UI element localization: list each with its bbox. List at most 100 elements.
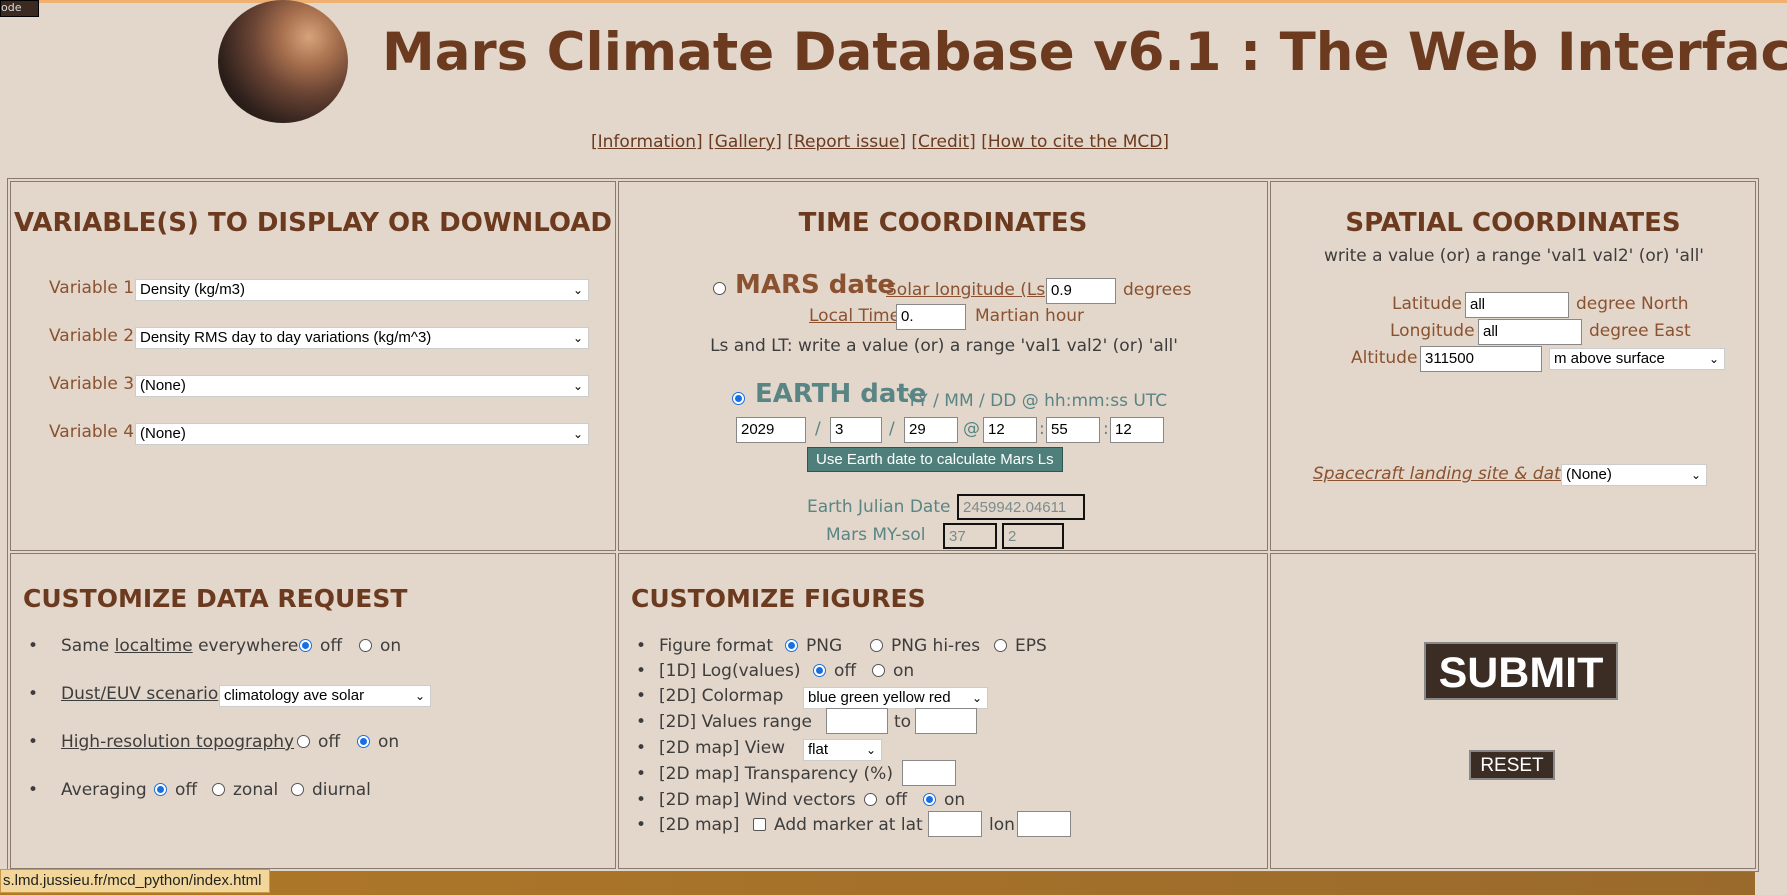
altitude-input[interactable]: 311500 [1420, 346, 1542, 372]
minute-input[interactable]: 55 [1046, 417, 1100, 443]
off-label: off [175, 780, 198, 800]
same-suffix: everywhere [198, 636, 299, 656]
link-how-to-cite[interactable]: How to cite the MCD [988, 132, 1163, 152]
hires-off-radio[interactable] [297, 735, 310, 748]
longitude-unit: degree East [1589, 321, 1691, 341]
marker-checkbox[interactable] [753, 818, 766, 831]
colormap-label: [2D] Colormap [659, 686, 784, 706]
latitude-input[interactable]: all [1465, 292, 1569, 318]
altitude-unit-select[interactable]: m above surface ⌄ [1549, 348, 1725, 370]
earth-date-radio[interactable] [732, 392, 745, 405]
local-time-input[interactable]: 0. [896, 304, 966, 330]
same-localtime-on-radio[interactable] [359, 639, 372, 652]
bullet: • [28, 636, 39, 656]
local-time-link[interactable]: Local Time [809, 306, 900, 326]
format-png-radio[interactable] [785, 639, 798, 652]
link-credit[interactable]: Credit [918, 132, 969, 152]
time-heading: TIME COORDINATES [798, 208, 1088, 238]
wind-vectors-label: [2D map] Wind vectors [659, 790, 856, 810]
same-localtime-off-radio[interactable] [299, 639, 312, 652]
solar-longitude-link[interactable]: Solar longitude (Ls) [886, 280, 1052, 300]
time-separator: : [1039, 419, 1045, 439]
link-information[interactable]: Information [598, 132, 696, 152]
wind-off-radio[interactable] [864, 793, 877, 806]
format-eps-radio[interactable] [994, 639, 1007, 652]
earth-date-format: YY / MM / DD @ hh:mm:ss UTC [907, 391, 1168, 411]
link-report-issue[interactable]: Report issue [794, 132, 899, 152]
longitude-input[interactable]: all [1478, 319, 1582, 345]
variable-4-select[interactable]: (None) ⌄ [135, 423, 589, 445]
localtime-link[interactable]: localtime [115, 636, 193, 656]
use-earth-date-button[interactable]: Use Earth date to calculate Mars Ls [807, 447, 1063, 472]
link-gallery[interactable]: Gallery [715, 132, 776, 152]
eps-label: EPS [1015, 636, 1047, 656]
chevron-down-icon: ⌄ [572, 283, 583, 297]
day-input[interactable]: 29 [904, 417, 958, 443]
format-png-hires-radio[interactable] [870, 639, 883, 652]
mars-planet-image [218, 0, 348, 123]
averaging-zonal-radio[interactable] [212, 783, 225, 796]
reset-button[interactable]: RESET [1469, 750, 1555, 780]
month-input[interactable]: 3 [830, 417, 882, 443]
values-range-label: [2D] Values range [659, 712, 812, 732]
chevron-down-icon: ⌄ [572, 331, 583, 345]
dust-scenario-select[interactable]: climatology ave solar ⌄ [219, 685, 431, 707]
variable-4-label: Variable 4 [49, 422, 135, 442]
variable-2-select[interactable]: Density RMS day to day variations (kg/m^… [135, 327, 589, 349]
marker-lat-input[interactable] [928, 811, 982, 837]
range-min-input[interactable] [826, 708, 888, 734]
transparency-input[interactable] [902, 760, 956, 786]
bullet: • [636, 815, 647, 835]
landing-site-link[interactable]: Spacecraft landing site & date [1313, 464, 1571, 484]
variable-1-select[interactable]: Density (kg/m3) ⌄ [135, 279, 589, 301]
ls-input[interactable]: 0.9 [1046, 278, 1116, 304]
figure-format-label: Figure format [659, 636, 774, 656]
landing-site-select[interactable]: (None) ⌄ [1561, 464, 1707, 486]
page-title: Mars Climate Database v6.1 : The Web Int… [382, 22, 1787, 83]
bullet: • [636, 636, 647, 656]
martian-hour-label: Martian hour [975, 306, 1084, 326]
log-values-label: [1D] Log(values) [659, 661, 801, 681]
log-off-radio[interactable] [813, 664, 826, 677]
off-label: off [885, 790, 908, 810]
landing-site-value: (None) [1566, 466, 1612, 483]
marker-lon-input[interactable] [1017, 811, 1071, 837]
averaging-diurnal-radio[interactable] [291, 783, 304, 796]
year-input[interactable]: 2029 [736, 417, 806, 443]
chevron-down-icon: ⌄ [1690, 468, 1701, 482]
bullet: • [636, 712, 647, 732]
dust-scenario-link[interactable]: Dust/EUV scenario [61, 684, 218, 704]
bullet: • [28, 684, 39, 704]
colormap-select[interactable]: blue green yellow red ⌄ [803, 687, 988, 709]
figures-panel: CUSTOMIZE FIGURES • Figure format PNG PN… [618, 553, 1268, 869]
ls-lt-hint: Ls and LT: write a value (or) a range 'v… [710, 336, 1178, 356]
zonal-label: zonal [233, 780, 279, 800]
longitude-label: Longitude [1390, 321, 1475, 341]
same-prefix: Same [61, 636, 110, 656]
off-label: off [318, 732, 341, 752]
second-input[interactable]: 12 [1110, 417, 1164, 443]
transparency-label: [2D map] Transparency (%) [659, 764, 893, 784]
log-on-radio[interactable] [872, 664, 885, 677]
chevron-down-icon: ⌄ [572, 379, 583, 393]
status-url: s.lmd.jussieu.fr/mcd_python/index.html [0, 869, 271, 893]
corner-tab[interactable]: ode [0, 0, 39, 17]
at-separator: @ [963, 419, 980, 439]
variable-3-select[interactable]: (None) ⌄ [135, 375, 589, 397]
variables-panel: VARIABLE(S) TO DISPLAY OR DOWNLOAD Varia… [10, 181, 616, 551]
hires-on-radio[interactable] [357, 735, 370, 748]
hires-topography-link[interactable]: High-resolution topography [61, 732, 294, 752]
diurnal-label: diurnal [312, 780, 371, 800]
hour-input[interactable]: 12 [983, 417, 1037, 443]
submit-button[interactable]: SUBMIT [1424, 642, 1618, 700]
wind-on-radio[interactable] [923, 793, 936, 806]
range-max-input[interactable] [915, 708, 977, 734]
bullet: • [636, 661, 647, 681]
map-view-select[interactable]: flat ⌄ [803, 739, 882, 761]
mars-date-radio[interactable] [713, 282, 726, 295]
spatial-panel: SPATIAL COORDINATES write a value (or) a… [1270, 181, 1756, 551]
averaging-off-radio[interactable] [154, 783, 167, 796]
off-label: off [834, 661, 857, 681]
bullet: • [636, 738, 647, 758]
chevron-down-icon: ⌄ [971, 691, 982, 705]
